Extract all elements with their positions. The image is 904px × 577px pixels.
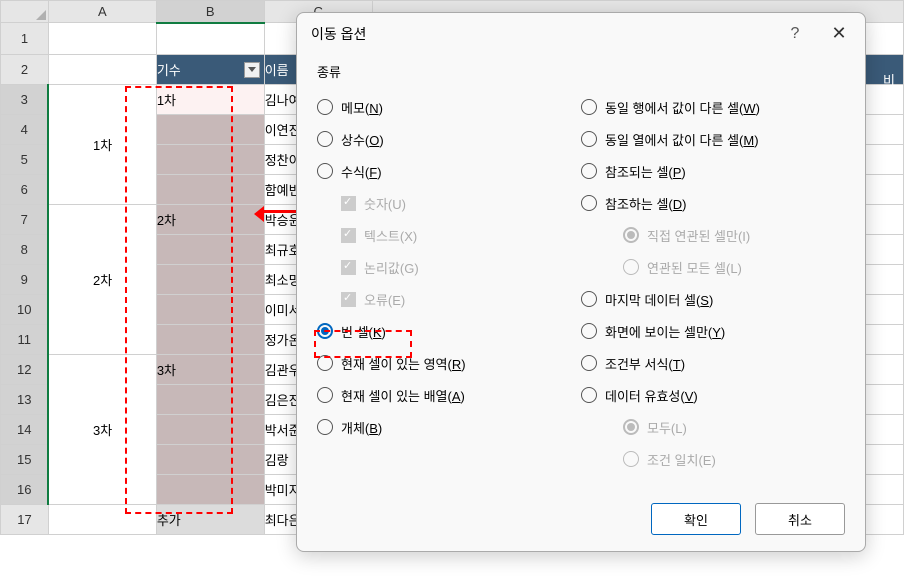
radio-memo[interactable] bbox=[317, 99, 333, 115]
label-validation-same: 조건 일치(E) bbox=[647, 450, 716, 469]
filter-icon[interactable] bbox=[244, 62, 260, 78]
label-precedents[interactable]: 참조되는 셀(P) bbox=[605, 162, 686, 181]
label-col-diffs[interactable]: 동일 열에서 값이 다른 셀(M) bbox=[605, 130, 759, 149]
label-errors: 오류(E) bbox=[364, 290, 405, 309]
row-header-12[interactable]: 12 bbox=[1, 355, 49, 385]
cell-B3[interactable]: 1차 bbox=[156, 85, 264, 115]
label-numbers: 숫자(U) bbox=[364, 194, 406, 213]
cell-B8[interactable] bbox=[156, 235, 264, 265]
cell-B6[interactable] bbox=[156, 175, 264, 205]
label-dependents[interactable]: 참조하는 셀(D) bbox=[605, 194, 686, 213]
checkbox-text bbox=[341, 228, 356, 243]
row-header-2[interactable]: 2 bbox=[1, 55, 49, 85]
cell-A-group2[interactable]: 2차 bbox=[48, 205, 156, 355]
radio-current-region[interactable] bbox=[317, 355, 333, 371]
label-last-cell[interactable]: 마지막 데이터 셀(S) bbox=[605, 290, 713, 309]
radio-formulas[interactable] bbox=[317, 163, 333, 179]
row-header-17[interactable]: 17 bbox=[1, 505, 49, 535]
cancel-button[interactable]: 취소 bbox=[755, 503, 845, 535]
row-header-3[interactable]: 3 bbox=[1, 85, 49, 115]
row-header-8[interactable]: 8 bbox=[1, 235, 49, 265]
cell-B15[interactable] bbox=[156, 445, 264, 475]
row-header-5[interactable]: 5 bbox=[1, 145, 49, 175]
cell-A-group1[interactable]: 1차 bbox=[48, 85, 156, 205]
ok-button[interactable]: 확인 bbox=[651, 503, 741, 535]
label-current-array[interactable]: 현재 셀이 있는 배열(A) bbox=[341, 386, 465, 405]
label-current-region[interactable]: 현재 셀이 있는 영역(R) bbox=[341, 354, 466, 373]
label-constants[interactable]: 상수(O) bbox=[341, 130, 384, 149]
cell-B16[interactable] bbox=[156, 475, 264, 505]
radio-precedents[interactable] bbox=[581, 163, 597, 179]
close-button[interactable]: ✕ bbox=[827, 23, 851, 44]
cell-B11[interactable] bbox=[156, 325, 264, 355]
label-visible-cells[interactable]: 화면에 보이는 셀만(Y) bbox=[605, 322, 725, 341]
dialog-title: 이동 옵션 bbox=[311, 24, 783, 44]
cell-B13[interactable] bbox=[156, 385, 264, 415]
label-data-validation[interactable]: 데이터 유효성(V) bbox=[605, 386, 698, 405]
radio-conditional-format[interactable] bbox=[581, 355, 597, 371]
row-header-1[interactable]: 1 bbox=[1, 23, 49, 55]
cell-B12[interactable]: 3차 bbox=[156, 355, 264, 385]
label-blanks[interactable]: 빈 셀(K) bbox=[341, 322, 386, 341]
row-header-15[interactable]: 15 bbox=[1, 445, 49, 475]
cell-B4[interactable] bbox=[156, 115, 264, 145]
section-label: 종류 bbox=[317, 62, 845, 81]
cell-B5[interactable] bbox=[156, 145, 264, 175]
radio-current-array[interactable] bbox=[317, 387, 333, 403]
row-header-4[interactable]: 4 bbox=[1, 115, 49, 145]
label-conditional-format[interactable]: 조건부 서식(T) bbox=[605, 354, 685, 373]
radio-col-diffs[interactable] bbox=[581, 131, 597, 147]
select-all-corner[interactable] bbox=[1, 1, 49, 23]
radio-dependents[interactable] bbox=[581, 195, 597, 211]
row-header-10[interactable]: 10 bbox=[1, 295, 49, 325]
label-validation-all: 모두(L) bbox=[647, 418, 687, 437]
checkbox-numbers bbox=[341, 196, 356, 211]
row-header-9[interactable]: 9 bbox=[1, 265, 49, 295]
row-header-14[interactable]: 14 bbox=[1, 415, 49, 445]
radio-constants[interactable] bbox=[317, 131, 333, 147]
col-header-B[interactable]: B bbox=[156, 1, 264, 23]
radio-objects[interactable] bbox=[317, 419, 333, 435]
checkbox-errors bbox=[341, 292, 356, 307]
cell-B7[interactable]: 2차 bbox=[156, 205, 264, 235]
cell-B9[interactable] bbox=[156, 265, 264, 295]
help-button[interactable]: ? bbox=[783, 25, 807, 43]
radio-data-validation[interactable] bbox=[581, 387, 597, 403]
label-objects[interactable]: 개체(B) bbox=[341, 418, 382, 437]
radio-last-cell[interactable] bbox=[581, 291, 597, 307]
cell-A-group3[interactable]: 3차 bbox=[48, 355, 156, 505]
row-header-16[interactable]: 16 bbox=[1, 475, 49, 505]
row-header-11[interactable]: 11 bbox=[1, 325, 49, 355]
label-memo[interactable]: 메모(N) bbox=[341, 98, 383, 117]
radio-all-levels bbox=[623, 259, 639, 275]
cell-B17[interactable]: 추가 bbox=[156, 505, 264, 535]
checkbox-logicals bbox=[341, 260, 356, 275]
radio-blanks[interactable] bbox=[317, 323, 333, 339]
label-row-diffs[interactable]: 동일 행에서 값이 다른 셀(W) bbox=[605, 98, 760, 117]
goto-special-dialog: 이동 옵션 ? ✕ 종류 메모(N) 상수(O) 수식(F) 숫자(U) 텍스트… bbox=[296, 12, 866, 552]
label-direct-only: 직접 연관된 셀만(I) bbox=[647, 226, 750, 245]
cell-B10[interactable] bbox=[156, 295, 264, 325]
radio-validation-same bbox=[623, 451, 639, 467]
radio-visible-cells[interactable] bbox=[581, 323, 597, 339]
label-text: 텍스트(X) bbox=[364, 226, 417, 245]
cell-B14[interactable] bbox=[156, 415, 264, 445]
label-logicals: 논리값(G) bbox=[364, 258, 419, 277]
label-all-levels: 연관된 모든 셀(L) bbox=[647, 258, 742, 277]
col-header-A[interactable]: A bbox=[48, 1, 156, 23]
radio-direct-only bbox=[623, 227, 639, 243]
header-gisu[interactable]: 기수 bbox=[156, 55, 264, 85]
label-formulas[interactable]: 수식(F) bbox=[341, 162, 382, 181]
row-header-7[interactable]: 7 bbox=[1, 205, 49, 235]
row-header-6[interactable]: 6 bbox=[1, 175, 49, 205]
radio-validation-all bbox=[623, 419, 639, 435]
row-header-13[interactable]: 13 bbox=[1, 385, 49, 415]
radio-row-diffs[interactable] bbox=[581, 99, 597, 115]
